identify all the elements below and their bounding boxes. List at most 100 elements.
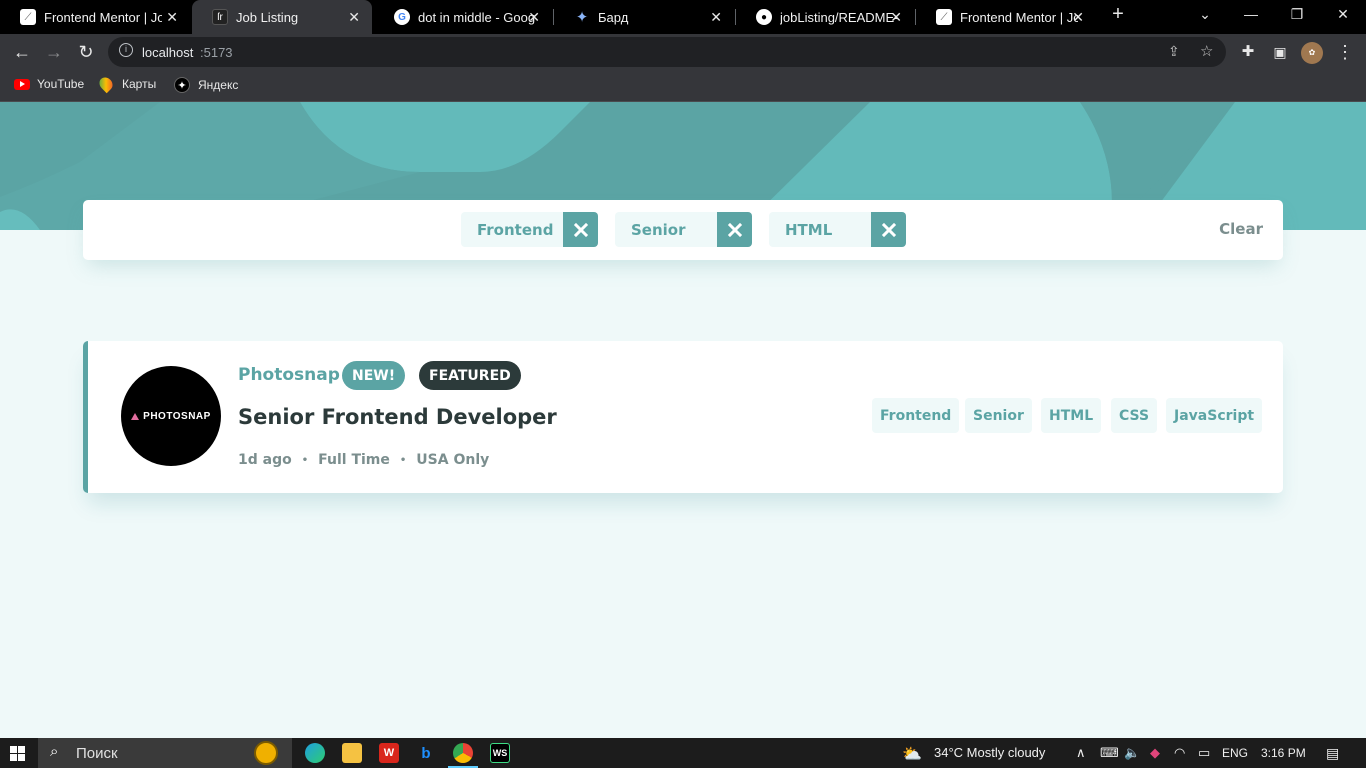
remove-filter-button[interactable] — [871, 212, 906, 247]
language-indicator[interactable]: ENG — [1222, 746, 1248, 760]
tab-title: dot in middle - Google — [418, 9, 536, 25]
filter-bar: Frontend Senior HTML Clear — [83, 200, 1283, 260]
vite-icon: ſr — [212, 9, 228, 25]
bing-icon[interactable]: b — [416, 743, 436, 763]
address-bar[interactable]: i localhost :5173 ⇪ ☆ — [108, 37, 1226, 67]
tag-css[interactable]: CSS — [1111, 398, 1158, 433]
tab-title: Job Listing — [236, 9, 299, 25]
reload-button[interactable]: ↻ — [76, 42, 96, 62]
tag-frontend[interactable]: Frontend — [872, 398, 960, 433]
tab-title: jobListing/README-te — [780, 9, 898, 25]
extensions-icon[interactable]: ✚ — [1238, 42, 1258, 62]
meta-separator: • — [399, 454, 407, 466]
featured-badge: FEATURED — [419, 361, 521, 390]
url-port: :5173 — [200, 45, 233, 60]
windows-start-icon[interactable] — [10, 746, 26, 762]
tab-title: Frontend Mentor | Job — [44, 9, 162, 25]
back-button[interactable]: ← — [12, 42, 32, 62]
edge-icon[interactable] — [305, 743, 325, 763]
clock[interactable]: 3:16 PM — [1261, 746, 1306, 760]
filter-chip-html: HTML — [769, 212, 906, 247]
meta-separator: • — [301, 454, 309, 466]
tab-title: Frontend Mentor | Job — [960, 9, 1078, 25]
bookmarks-bar: YouTube Карты ✦ Яндекс — [0, 70, 1366, 102]
share-icon[interactable]: ⇪ — [1168, 43, 1180, 60]
tab-google-search[interactable]: G dot in middle - Google ✕ — [374, 0, 552, 34]
bookmark-maps[interactable]: Карты — [96, 74, 156, 94]
forward-button[interactable]: → — [44, 42, 64, 62]
bookmark-star-icon[interactable]: ☆ — [1200, 42, 1213, 60]
search-placeholder: Поиск — [76, 745, 118, 762]
wifi-icon[interactable]: ◠ — [1174, 745, 1185, 761]
tab-bard[interactable]: ✦ Бард ✕ — [554, 0, 734, 34]
tab-frontend-mentor-1[interactable]: ⟋ Frontend Mentor | Job ✕ — [0, 0, 190, 34]
tag-senior[interactable]: Senior — [965, 398, 1032, 433]
chevron-up-icon[interactable]: ∧ — [1076, 745, 1086, 761]
company-logo-text: PHOTOSNAP — [143, 410, 211, 422]
info-icon[interactable]: i — [119, 43, 133, 57]
tag-html[interactable]: HTML — [1041, 398, 1102, 433]
weather-cloud-icon: ⛅ — [902, 746, 922, 763]
company-name[interactable]: Photosnap — [238, 365, 340, 385]
close-icon[interactable]: ✕ — [710, 9, 722, 26]
close-icon[interactable]: ✕ — [1072, 9, 1084, 26]
job-position-title[interactable]: Senior Frontend Developer — [238, 405, 557, 429]
filter-chip-frontend: Frontend — [461, 212, 598, 247]
close-icon[interactable]: ✕ — [890, 9, 902, 26]
close-icon — [727, 222, 742, 237]
browser-toolbar: ← → ↻ i localhost :5173 ⇪ ☆ ✚ ▣ ✿ ⋮ — [0, 34, 1366, 70]
job-location: USA Only — [416, 452, 490, 468]
weather-text[interactable]: 34°C Mostly cloudy — [934, 745, 1045, 760]
filter-chip-label: Senior — [615, 212, 717, 247]
taskbar-search[interactable]: ⌕ Поиск — [38, 738, 292, 768]
filter-chip-senior: Senior — [615, 212, 752, 247]
app-tray-icon[interactable]: ◆ — [1150, 745, 1160, 761]
youtube-icon — [14, 78, 30, 90]
clear-filters-button[interactable]: Clear — [1219, 220, 1263, 238]
webstorm-icon[interactable]: WS — [490, 743, 510, 763]
bard-icon: ✦ — [575, 9, 589, 26]
fm-icon: ⟋ — [936, 9, 952, 25]
fm-icon: ⟋ — [20, 9, 36, 25]
close-icon — [881, 222, 896, 237]
chevron-down-icon[interactable]: ⌄ — [1195, 6, 1215, 23]
profile-avatar[interactable]: ✿ — [1301, 42, 1323, 64]
close-icon[interactable]: ✕ — [528, 9, 540, 26]
remove-filter-button[interactable] — [717, 212, 752, 247]
filter-chip-label: Frontend — [461, 212, 563, 247]
battery-icon[interactable]: ▭ — [1198, 745, 1210, 761]
tab-frontend-mentor-2[interactable]: ⟋ Frontend Mentor | Job ✕ — [916, 0, 1096, 34]
network-icon[interactable]: ⌨ — [1100, 745, 1119, 761]
new-tab-button[interactable]: + — [1108, 3, 1128, 26]
windows-taskbar: ⌕ Поиск W b WS ⛅ 34°C Mostly cloudy ∧ ⌨ … — [0, 738, 1366, 768]
browser-tab-bar: ⟋ Frontend Mentor | Job ✕ ſr Job Listing… — [0, 0, 1366, 34]
tag-javascript[interactable]: JavaScript — [1166, 398, 1263, 433]
job-card: PHOTOSNAP Photosnap NEW! FEATURED Senior… — [83, 341, 1283, 493]
close-icon[interactable]: ✕ — [166, 9, 178, 26]
menu-icon[interactable]: ⋮ — [1335, 42, 1355, 62]
filter-chip-label: HTML — [769, 212, 871, 247]
window-close-button[interactable]: ✕ — [1333, 6, 1353, 23]
bookmark-label: YouTube — [37, 77, 85, 91]
bookmark-label: Яндекс — [198, 78, 239, 92]
bookmark-yandex[interactable]: ✦ Яндекс — [174, 77, 238, 93]
close-icon[interactable]: ✕ — [348, 9, 360, 26]
chrome-icon[interactable] — [453, 743, 473, 763]
minimize-button[interactable]: — — [1241, 6, 1261, 22]
yandex-icon: ✦ — [174, 77, 190, 93]
contract-type: Full Time — [318, 452, 390, 468]
restore-button[interactable]: ❐ — [1287, 6, 1307, 23]
tab-github-readme[interactable]: ● jobListing/README-te ✕ — [736, 0, 914, 34]
search-highlight-icon — [254, 741, 278, 765]
bookmark-youtube[interactable]: YouTube — [14, 77, 84, 91]
remove-filter-button[interactable] — [563, 212, 598, 247]
search-icon: ⌕ — [50, 743, 59, 760]
company-logo: PHOTOSNAP — [121, 366, 221, 466]
wps-office-icon[interactable]: W — [379, 743, 399, 763]
tab-job-listing[interactable]: ſr Job Listing ✕ — [192, 0, 372, 34]
file-explorer-icon[interactable] — [342, 743, 362, 763]
side-panel-icon[interactable]: ▣ — [1270, 42, 1290, 62]
tab-title: Бард — [598, 9, 629, 25]
volume-icon[interactable]: 🔈 — [1124, 745, 1140, 761]
notifications-icon[interactable]: ▤ — [1326, 745, 1339, 762]
